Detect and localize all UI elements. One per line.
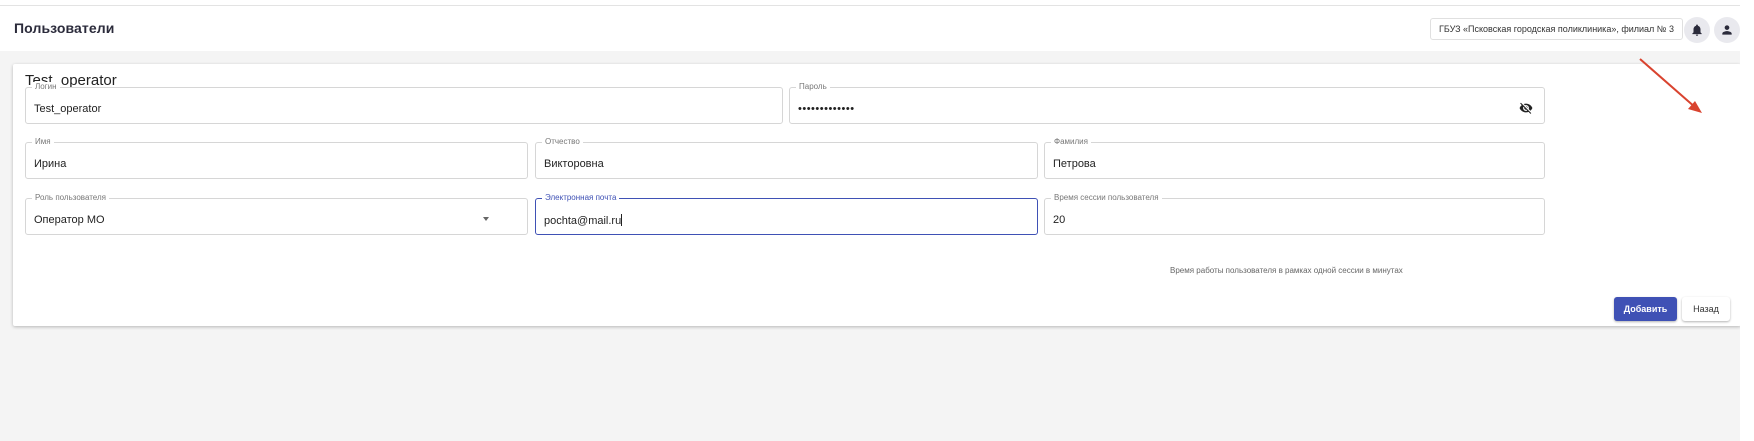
organization-selector[interactable]: ГБУЗ «Псковская городская поликлиника», … (1430, 18, 1683, 40)
last-name-field[interactable]: Фамилия Петрова (1044, 137, 1545, 179)
annotation-arrow-icon (1639, 58, 1702, 113)
add-button[interactable]: Добавить (1614, 297, 1677, 321)
password-value: ••••••••••••• (798, 103, 855, 115)
role-value: Оператор МО (34, 214, 105, 226)
last-name-label: Фамилия (1051, 137, 1091, 147)
patronymic-value: Викторовна (544, 158, 604, 170)
email-value: pochta@mail.ru (544, 215, 622, 227)
email-field[interactable]: Электронная почта pochta@mail.ru (535, 193, 1038, 235)
text-caret (621, 214, 623, 226)
role-select[interactable]: Роль пользователя Оператор МО (25, 193, 528, 235)
first-name-label: Имя (32, 137, 54, 147)
session-time-label: Время сессии пользователя (1051, 193, 1162, 203)
page-title: Пользователи (14, 20, 115, 36)
email-value-wrap: pochta@mail.ru (544, 214, 623, 227)
password-label: Пароль (796, 82, 830, 92)
account-icon (1722, 25, 1732, 35)
bell-icon (1692, 24, 1702, 36)
notifications-button[interactable] (1684, 17, 1710, 43)
session-time-field[interactable]: Время сессии пользователя 20 (1044, 193, 1545, 235)
session-time-value: 20 (1053, 214, 1066, 226)
password-field[interactable]: Пароль ••••••••••••• (789, 82, 1545, 124)
first-name-value: Ирина (34, 158, 67, 170)
patronymic-field[interactable]: Отчество Викторовна (535, 137, 1038, 179)
chevron-down-icon[interactable] (483, 217, 489, 221)
top-bar: Пользователи ГБУЗ «Псковская городская п… (0, 5, 1740, 51)
login-field[interactable]: Логин Test_operator (25, 82, 783, 124)
first-name-field[interactable]: Имя Ирина (25, 137, 528, 179)
role-label: Роль пользователя (32, 193, 109, 203)
last-name-value: Петрова (1053, 158, 1096, 170)
back-button[interactable]: Назад (1682, 297, 1730, 321)
user-form-card: Test_operator Логин Test_operator Пароль… (13, 64, 1741, 326)
login-value: Test_operator (34, 103, 102, 115)
right-edge (1740, 0, 1754, 441)
login-label: Логин (32, 82, 60, 92)
patronymic-label: Отчество (542, 137, 583, 147)
eye-off-icon[interactable] (1518, 101, 1534, 115)
email-label: Электронная почта (542, 193, 620, 203)
account-button[interactable] (1714, 17, 1740, 43)
session-time-helper: Время работы пользователя в рамках одной… (1170, 266, 1403, 275)
